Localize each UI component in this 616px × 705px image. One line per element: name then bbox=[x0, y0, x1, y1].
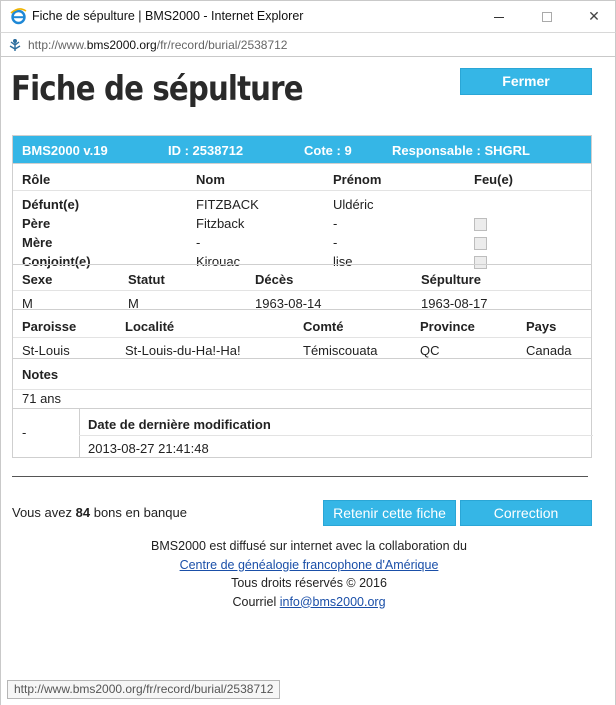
value-province: QC bbox=[420, 343, 440, 358]
divider bbox=[13, 190, 591, 191]
bank-count: 84 bbox=[75, 505, 91, 520]
divider bbox=[13, 389, 591, 390]
person-nom: - bbox=[196, 235, 201, 250]
col-header-sepulture: Sépulture bbox=[421, 272, 481, 287]
record-cote: Cote : 9 bbox=[304, 143, 352, 158]
address-bar[interactable]: http://www.bms2000.org/fr/record/burial/… bbox=[0, 32, 616, 57]
retain-record-button[interactable]: Retenir cette fiche bbox=[323, 500, 456, 526]
close-icon: ✕ bbox=[588, 8, 600, 24]
record-responsable: Responsable : SHGRL bbox=[392, 143, 530, 158]
persons-section: Rôle Nom Prénom Feu(e) Défunt(e) FITZBAC… bbox=[13, 163, 591, 269]
notes-header: Notes bbox=[22, 367, 59, 382]
page-title: Fiche de sépulture bbox=[11, 69, 304, 109]
status-section: Sexe Statut Décès Sépulture M M 1963-08-… bbox=[13, 264, 591, 311]
col-header-feu: Feu(e) bbox=[474, 172, 513, 187]
url-domain: bms2000.org bbox=[86, 38, 157, 52]
url-prefix: http://www. bbox=[28, 38, 87, 52]
close-window-button[interactable]: ✕ bbox=[579, 5, 609, 27]
col-header-role: Rôle bbox=[22, 172, 51, 187]
record-header: BMS2000 v.19 ID : 2538712 Cote : 9 Respo… bbox=[13, 136, 591, 163]
status-bar: http://www.bms2000.org/fr/record/burial/… bbox=[7, 680, 281, 699]
centre-genealogie-link[interactable]: Centre de généalogie francophone d'Améri… bbox=[180, 558, 439, 572]
value-pays: Canada bbox=[526, 343, 572, 358]
ie-icon bbox=[10, 8, 27, 25]
maximize-button[interactable] bbox=[532, 5, 562, 27]
col-header-deces: Décès bbox=[255, 272, 294, 287]
correction-button[interactable]: Correction bbox=[460, 500, 592, 526]
minimize-icon bbox=[494, 16, 504, 18]
bank-suffix: bons en banque bbox=[93, 505, 187, 520]
col-header-pays: Pays bbox=[526, 319, 557, 334]
value-localite: St-Louis-du-Ha!-Ha! bbox=[125, 343, 241, 358]
courriel-label: Courriel bbox=[232, 594, 277, 609]
address-url[interactable]: http://www.bms2000.org/fr/record/burial/… bbox=[28, 38, 287, 52]
footer: BMS2000 est diffusé sur internet avec la… bbox=[1, 537, 616, 611]
person-nom: Fitzback bbox=[196, 216, 245, 231]
divider bbox=[13, 337, 591, 338]
deceased-checkbox bbox=[474, 237, 487, 250]
divider bbox=[79, 435, 593, 436]
email-line: Courriel info@bms2000.org bbox=[1, 593, 616, 612]
window-title: Fiche de sépulture | BMS2000 - Internet … bbox=[32, 9, 304, 23]
bank-balance: Vous avez 84 bons en banque bbox=[12, 505, 187, 520]
modification-section: - Date de dernière modification 2013-08-… bbox=[13, 408, 593, 457]
divider bbox=[13, 290, 591, 291]
col-header-prenom: Prénom bbox=[333, 172, 382, 187]
separator bbox=[12, 476, 588, 477]
modification-header: Date de dernière modification bbox=[88, 417, 271, 432]
col-header-statut: Statut bbox=[128, 272, 165, 287]
maximize-icon bbox=[542, 12, 552, 23]
col-header-province: Province bbox=[420, 319, 475, 334]
record-id: ID : 2538712 bbox=[168, 143, 244, 158]
col-header-nom: Nom bbox=[196, 172, 225, 187]
person-role: Défunt(e) bbox=[22, 197, 80, 212]
person-nom: FITZBACK bbox=[196, 197, 259, 212]
copyright: Tous droits réservés © 2016 bbox=[231, 576, 387, 590]
close-button[interactable]: Fermer bbox=[460, 68, 592, 95]
person-role: Mère bbox=[22, 235, 53, 250]
record-card: BMS2000 v.19 ID : 2538712 Cote : 9 Respo… bbox=[12, 135, 593, 458]
col-header-paroisse: Paroisse bbox=[22, 319, 77, 334]
modification-left: - bbox=[22, 425, 27, 440]
person-prenom: Uldéric bbox=[333, 197, 374, 212]
email-link[interactable]: info@bms2000.org bbox=[280, 595, 386, 609]
minimize-button[interactable] bbox=[484, 5, 514, 27]
footer-line: BMS2000 est diffusé sur internet avec la… bbox=[151, 539, 467, 553]
window-titlebar: Fiche de sépulture | BMS2000 - Internet … bbox=[0, 0, 616, 32]
value-comte: Témiscouata bbox=[303, 343, 378, 358]
url-path: /fr/record/burial/2538712 bbox=[156, 38, 288, 52]
record-version: BMS2000 v.19 bbox=[22, 143, 108, 158]
divider bbox=[79, 409, 80, 457]
col-header-sexe: Sexe bbox=[22, 272, 53, 287]
person-role: Père bbox=[22, 216, 51, 231]
col-header-localite: Localité bbox=[125, 319, 175, 334]
place-section: Paroisse Localité Comté Province Pays St… bbox=[13, 309, 591, 358]
person-prenom: - bbox=[333, 216, 338, 231]
col-header-comte: Comté bbox=[303, 319, 344, 334]
deceased-checkbox bbox=[474, 218, 487, 231]
globe-icon bbox=[9, 39, 21, 51]
person-prenom: - bbox=[333, 235, 338, 250]
modification-value: 2013-08-27 21:41:48 bbox=[88, 441, 209, 456]
page-content: Fiche de sépulture Fermer BMS2000 v.19 I… bbox=[0, 57, 616, 705]
notes-section: Notes 71 ans bbox=[13, 358, 591, 408]
notes-value: 71 ans bbox=[22, 391, 62, 406]
bank-prefix: Vous avez bbox=[12, 505, 72, 520]
value-paroisse: St-Louis bbox=[22, 343, 70, 358]
